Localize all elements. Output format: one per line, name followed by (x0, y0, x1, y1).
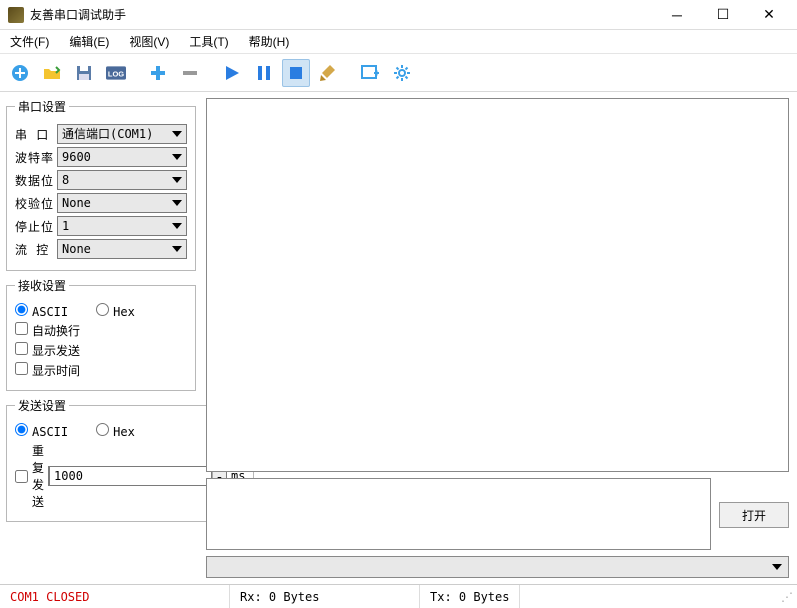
minimize-button[interactable]: ─ (663, 5, 691, 25)
log-icon[interactable]: LOG (102, 59, 130, 87)
open-folder-icon[interactable] (38, 59, 66, 87)
save-disk-icon[interactable] (70, 59, 98, 87)
data-label: 数据位 (15, 172, 57, 189)
resize-grip-icon[interactable]: ⋰ (781, 590, 797, 604)
flow-select[interactable]: None (57, 239, 187, 259)
play-icon[interactable] (218, 59, 246, 87)
menu-file[interactable]: 文件(F) (6, 31, 53, 52)
parity-select[interactable]: None (57, 193, 187, 213)
history-select[interactable] (206, 556, 789, 578)
statusbar: COM1 CLOSED Rx: 0 Bytes Tx: 0 Bytes ⋰ (0, 584, 797, 608)
serial-settings-legend: 串口设置 (15, 98, 69, 115)
status-rx: Rx: 0 Bytes (230, 585, 420, 608)
wrap-checkbox[interactable]: 自动换行 (15, 322, 80, 339)
status-tx: Tx: 0 Bytes (420, 585, 520, 608)
app-icon (8, 7, 24, 23)
close-button[interactable]: ✕ (755, 5, 783, 25)
menubar: 文件(F) 编辑(E) 视图(V) 工具(T) 帮助(H) (0, 30, 797, 54)
recv-settings-legend: 接收设置 (15, 277, 69, 294)
databits-select[interactable]: 8 (57, 170, 187, 190)
maximize-button[interactable]: ☐ (709, 5, 737, 25)
baud-label: 波特率 (15, 149, 57, 166)
open-button[interactable]: 打开 (719, 502, 789, 528)
baud-select[interactable]: 9600 (57, 147, 187, 167)
plus-icon[interactable] (144, 59, 172, 87)
pause-icon[interactable] (250, 59, 278, 87)
interval-spinner[interactable]: ▲▼ (48, 466, 227, 486)
window-plus-icon[interactable] (356, 59, 384, 87)
recv-ascii-radio[interactable]: ASCII (15, 303, 68, 319)
recv-settings-group: 接收设置 ASCII Hex 自动换行 显示发送 显示时间 (6, 277, 196, 391)
right-panel: 打开 (202, 92, 797, 578)
send-textarea[interactable] (206, 478, 711, 550)
show-time-checkbox[interactable]: 显示时间 (15, 362, 80, 379)
show-send-checkbox[interactable]: 显示发送 (15, 342, 80, 359)
send-ascii-radio[interactable]: ASCII (15, 423, 68, 439)
send-hex-radio[interactable]: Hex (96, 423, 135, 439)
parity-label: 校验位 (15, 195, 57, 212)
minus-icon[interactable] (176, 59, 204, 87)
window-title: 友善串口调试助手 (30, 6, 663, 23)
port-select[interactable]: 通信端口(COM1) (57, 124, 187, 144)
stopbits-select[interactable]: 1 (57, 216, 187, 236)
gear-icon[interactable] (388, 59, 416, 87)
flow-label: 流 控 (15, 241, 57, 258)
repeat-checkbox[interactable]: 重复发送 (15, 442, 44, 510)
stop-icon[interactable] (282, 59, 310, 87)
recv-hex-radio[interactable]: Hex (96, 303, 135, 319)
menu-edit[interactable]: 编辑(E) (65, 31, 113, 52)
menu-help[interactable]: 帮助(H) (245, 31, 294, 52)
left-panel: 串口设置 串 口 通信端口(COM1) 波特率 9600 数据位 8 校验位 N… (0, 92, 202, 578)
port-label: 串 口 (15, 126, 57, 143)
receive-textarea[interactable] (206, 98, 789, 472)
status-port: COM1 CLOSED (0, 585, 230, 608)
broom-icon[interactable] (314, 59, 342, 87)
menu-view[interactable]: 视图(V) (125, 31, 173, 52)
toolbar: LOG (0, 54, 797, 92)
stop-label: 停止位 (15, 218, 57, 235)
send-settings-legend: 发送设置 (15, 397, 69, 414)
new-icon[interactable] (6, 59, 34, 87)
serial-settings-group: 串口设置 串 口 通信端口(COM1) 波特率 9600 数据位 8 校验位 N… (6, 98, 196, 271)
svg-text:LOG: LOG (108, 69, 124, 78)
menu-tools[interactable]: 工具(T) (185, 31, 232, 52)
titlebar: 友善串口调试助手 ─ ☐ ✕ (0, 0, 797, 30)
